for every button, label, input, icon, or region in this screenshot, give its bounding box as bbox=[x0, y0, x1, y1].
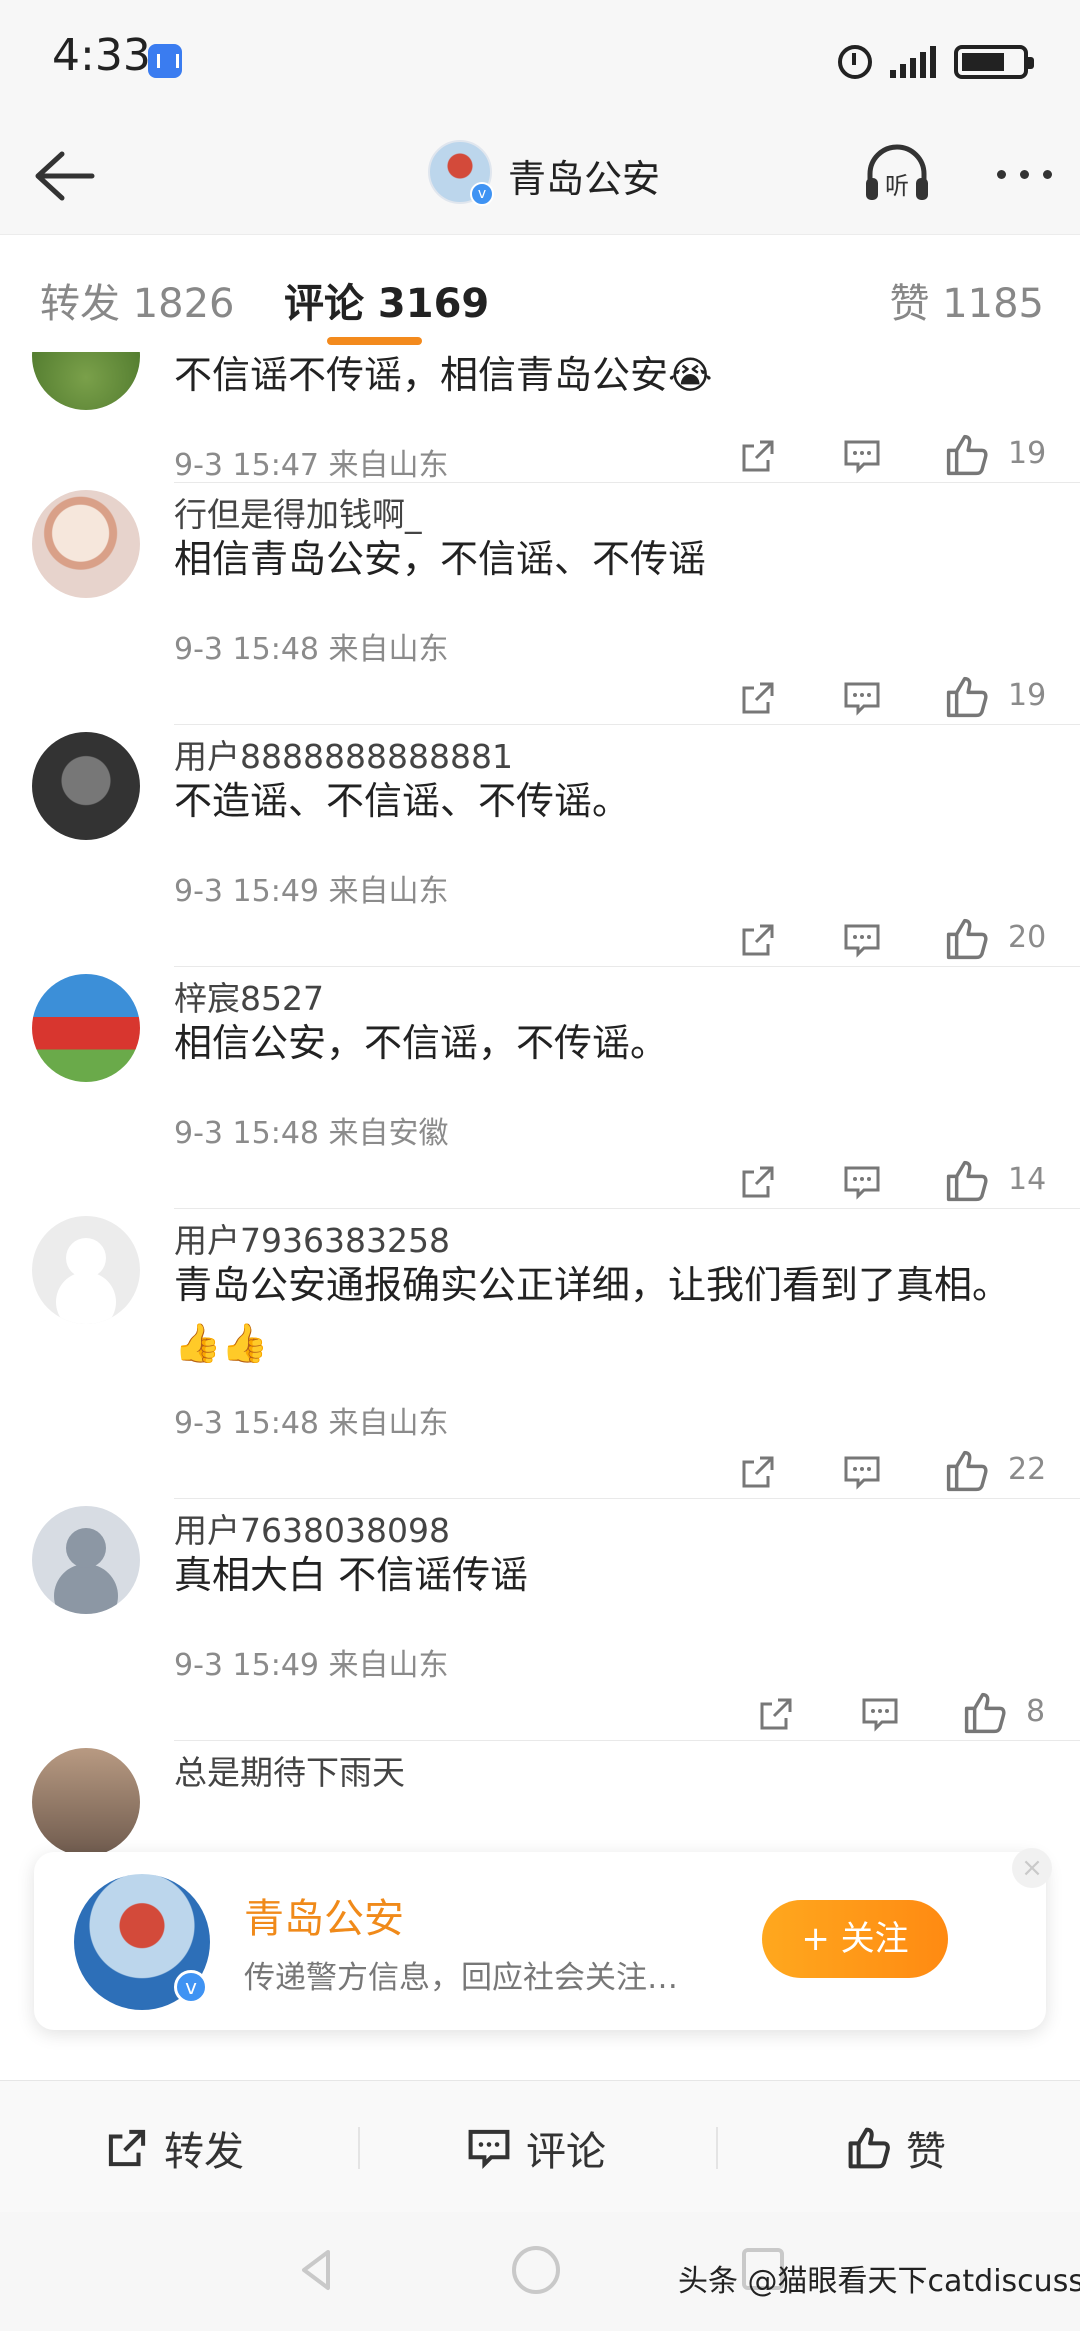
comment-location: 来自山东 bbox=[328, 874, 449, 909]
comment-text: 青岛公安通报确实公正详细，让我们看到了真相。👍👍 bbox=[174, 1263, 1011, 1365]
comment-divider bbox=[174, 1740, 1080, 1741]
comment-label: 评论 bbox=[526, 2129, 606, 2175]
like-label: 赞 bbox=[906, 2129, 946, 2175]
back-arrow-icon[interactable] bbox=[28, 146, 98, 206]
like-icon bbox=[848, 2127, 890, 2169]
commenter-name[interactable]: 用户7936383258 bbox=[174, 1214, 450, 1262]
comment-item: 总是期待下雨天 bbox=[0, 1740, 1080, 1852]
comment-item: 用户8888888888881 不造谣、不信谣、不传谣。 9-3 15:49 来… bbox=[0, 724, 1080, 966]
battery-icon bbox=[954, 45, 1034, 79]
like-button[interactable]: 赞 bbox=[846, 2121, 946, 2175]
comment-divider bbox=[174, 966, 1080, 967]
account-description: 传递警方信息，回应社会关注… bbox=[244, 1960, 678, 1996]
signal-icon bbox=[890, 46, 936, 78]
commenter-avatar[interactable] bbox=[32, 1748, 140, 1852]
comment-meta: 9-3 15:49 来自山东 bbox=[174, 1640, 449, 1684]
system-navigation-bar: 头条 @猫眼看天下catdiscuss bbox=[0, 2212, 1080, 2331]
commenter-avatar[interactable] bbox=[32, 1216, 140, 1324]
commenter-avatar[interactable] bbox=[32, 974, 140, 1082]
svg-text:听: 听 bbox=[885, 172, 909, 200]
comment-location: 来自山东 bbox=[328, 1648, 449, 1683]
listen-headphones-icon[interactable]: 听 bbox=[862, 142, 932, 206]
comment-text: 相信青岛公安，不信谣、不传谣 bbox=[174, 537, 707, 581]
comment-icon bbox=[468, 2129, 510, 2169]
comment-time: 9-3 15:49 bbox=[174, 1648, 319, 1683]
comment-meta: 9-3 15:49 来自山东 bbox=[174, 866, 449, 910]
voice-app-icon bbox=[148, 44, 182, 78]
tab-comments[interactable]: 评论 3169 bbox=[284, 271, 489, 329]
bar-separator bbox=[716, 2127, 718, 2169]
account-name[interactable]: 青岛公安 bbox=[244, 1886, 404, 1944]
tab-bar: 转发 1826 评论 3169 赞 1185 bbox=[0, 234, 1080, 352]
nav-home-icon[interactable] bbox=[512, 2246, 560, 2294]
commenter-name[interactable]: 梓宸8527 bbox=[174, 972, 324, 1020]
comment-meta: 9-3 15:48 来自安徽 bbox=[174, 1108, 449, 1152]
close-icon[interactable]: × bbox=[1012, 1848, 1052, 1888]
more-options-icon[interactable] bbox=[997, 170, 1052, 179]
tab-reposts[interactable]: 转发 1826 bbox=[40, 271, 235, 329]
verified-badge-icon: v bbox=[470, 182, 494, 206]
comment-divider bbox=[174, 1498, 1080, 1499]
commenter-name[interactable]: 行但是得加钱啊_ bbox=[174, 488, 422, 536]
source-watermark: 头条 @猫眼看天下catdiscuss bbox=[678, 2264, 1080, 2299]
comment-item: 梓宸8527 相信公安，不信谣，不传谣。 9-3 15:48 来自安徽 bbox=[0, 966, 1080, 1208]
comment-text: 真相大白 不信谣传谣 bbox=[174, 1553, 529, 1597]
comment-text: 不造谣、不信谣、不传谣。 bbox=[174, 779, 631, 823]
alarm-icon bbox=[838, 45, 872, 79]
top-navigation-bar: v 青岛公安 听 bbox=[0, 120, 1080, 234]
comment-item: 用户7638038098 真相大白 不信谣传谣 9-3 15:49 来自山东 bbox=[0, 1498, 1080, 1740]
comment-location: 来自山东 bbox=[328, 1406, 449, 1441]
comment-meta: 9-3 15:48 来自山东 bbox=[174, 1398, 449, 1442]
follow-button[interactable]: + 关注 bbox=[762, 1900, 948, 1978]
comment-meta: 9-3 15:48 来自山东 bbox=[174, 624, 449, 668]
status-time: 4:33 bbox=[52, 30, 151, 81]
comment-text: 相信公安，不信谣，不传谣。 bbox=[174, 1021, 669, 1065]
account-name[interactable]: 青岛公安 bbox=[508, 148, 660, 203]
bar-separator bbox=[358, 2127, 360, 2169]
comment-item bbox=[0, 352, 1080, 482]
commenter-name[interactable]: 用户8888888888881 bbox=[174, 730, 513, 778]
nav-back-icon[interactable] bbox=[296, 2246, 336, 2294]
comment-item: 行但是得加钱啊_ 相信青岛公安，不信谣、不传谣 9-3 15:48 来自山东 bbox=[0, 482, 1080, 724]
comment-button[interactable]: 评论 bbox=[466, 2121, 606, 2175]
repost-icon bbox=[108, 2129, 146, 2167]
follow-account-card: v 青岛公安 传递警方信息，回应社会关注… + 关注 × bbox=[34, 1848, 1052, 2030]
commenter-name[interactable]: 用户7638038098 bbox=[174, 1504, 450, 1552]
commenter-avatar[interactable] bbox=[32, 732, 140, 840]
comment-divider bbox=[174, 1208, 1080, 1209]
account-avatar[interactable]: v bbox=[74, 1874, 210, 2010]
status-bar: 4:33 bbox=[0, 0, 1080, 120]
comment-divider bbox=[174, 482, 1080, 483]
active-tab-indicator bbox=[327, 337, 422, 345]
comment-time: 9-3 15:48 bbox=[174, 632, 319, 667]
comment-time: 9-3 15:49 bbox=[174, 874, 319, 909]
status-icons bbox=[838, 40, 1034, 84]
comment-time: 9-3 15:48 bbox=[174, 1406, 319, 1441]
comment-location: 来自安徽 bbox=[328, 1116, 449, 1151]
verified-badge-icon: v bbox=[174, 1970, 208, 2004]
repost-label: 转发 bbox=[164, 2129, 244, 2175]
commenter-avatar[interactable] bbox=[32, 490, 140, 598]
commenter-avatar[interactable] bbox=[32, 1506, 140, 1614]
comment-time: 9-3 15:48 bbox=[174, 1116, 319, 1151]
comment-location: 来自山东 bbox=[328, 632, 449, 667]
close-label: × bbox=[1021, 1853, 1043, 1883]
comment-divider bbox=[174, 724, 1080, 725]
tab-likes[interactable]: 赞 1185 bbox=[889, 271, 1044, 329]
repost-button[interactable]: 转发 bbox=[104, 2121, 244, 2175]
account-avatar[interactable]: v bbox=[428, 140, 494, 206]
comment-list: 不信谣不传谣，相信青岛公安😭 9-3 15:47 来自山东 行但是得加钱啊_ 相… bbox=[0, 352, 1080, 1852]
commenter-name[interactable]: 总是期待下雨天 bbox=[174, 1746, 405, 1794]
comment-item: 用户7936383258 青岛公安通报确实公正详细，让我们看到了真相。👍👍 9-… bbox=[0, 1208, 1080, 1498]
bottom-action-bar: 转发 评论 赞 bbox=[0, 2080, 1080, 2212]
